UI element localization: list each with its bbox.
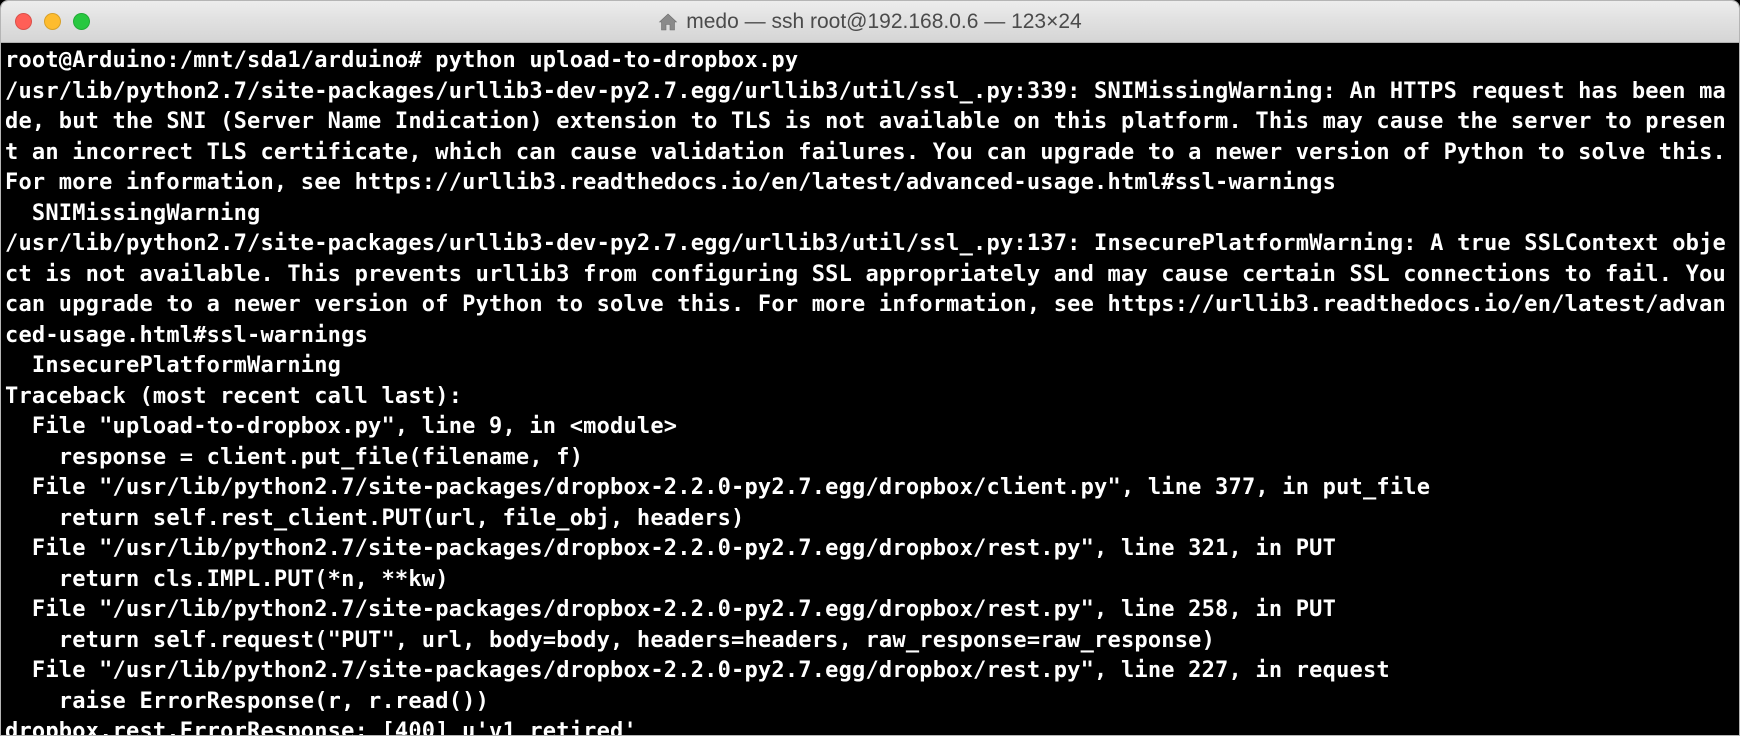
- terminal-line: SNIMissingWarning: [5, 199, 1735, 230]
- terminal-line: File "/usr/lib/python2.7/site-packages/d…: [5, 473, 1735, 504]
- terminal-line: return self.request("PUT", url, body=bod…: [5, 626, 1735, 657]
- minimize-icon[interactable]: [44, 13, 61, 30]
- home-icon: [658, 13, 678, 31]
- terminal-line: return self.rest_client.PUT(url, file_ob…: [5, 504, 1735, 535]
- terminal-line: /usr/lib/python2.7/site-packages/urllib3…: [5, 229, 1735, 351]
- terminal-line: Traceback (most recent call last):: [5, 382, 1735, 413]
- terminal-line: raise ErrorResponse(r, r.read()): [5, 687, 1735, 718]
- terminal-line: File "/usr/lib/python2.7/site-packages/d…: [5, 595, 1735, 626]
- terminal-line: response = client.put_file(filename, f): [5, 443, 1735, 474]
- terminal-line: InsecurePlatformWarning: [5, 351, 1735, 382]
- terminal-line: File "upload-to-dropbox.py", line 9, in …: [5, 412, 1735, 443]
- terminal-window: medo — ssh root@192.168.0.6 — 123×24 roo…: [0, 0, 1740, 736]
- window-controls: [15, 13, 90, 30]
- window-title-wrap: medo — ssh root@192.168.0.6 — 123×24: [1, 10, 1739, 34]
- terminal-line: root@Arduino:/mnt/sda1/arduino# python u…: [5, 46, 1735, 77]
- terminal-line: /usr/lib/python2.7/site-packages/urllib3…: [5, 77, 1735, 199]
- titlebar[interactable]: medo — ssh root@192.168.0.6 — 123×24: [1, 1, 1739, 43]
- terminal-line: return cls.IMPL.PUT(*n, **kw): [5, 565, 1735, 596]
- terminal-line: File "/usr/lib/python2.7/site-packages/d…: [5, 656, 1735, 687]
- terminal-line: File "/usr/lib/python2.7/site-packages/d…: [5, 534, 1735, 565]
- zoom-icon[interactable]: [73, 13, 90, 30]
- window-title: medo — ssh root@192.168.0.6 — 123×24: [686, 10, 1081, 34]
- close-icon[interactable]: [15, 13, 32, 30]
- terminal-output[interactable]: root@Arduino:/mnt/sda1/arduino# python u…: [1, 43, 1739, 735]
- terminal-line: dropbox.rest.ErrorResponse: [400] u'v1_r…: [5, 717, 1735, 735]
